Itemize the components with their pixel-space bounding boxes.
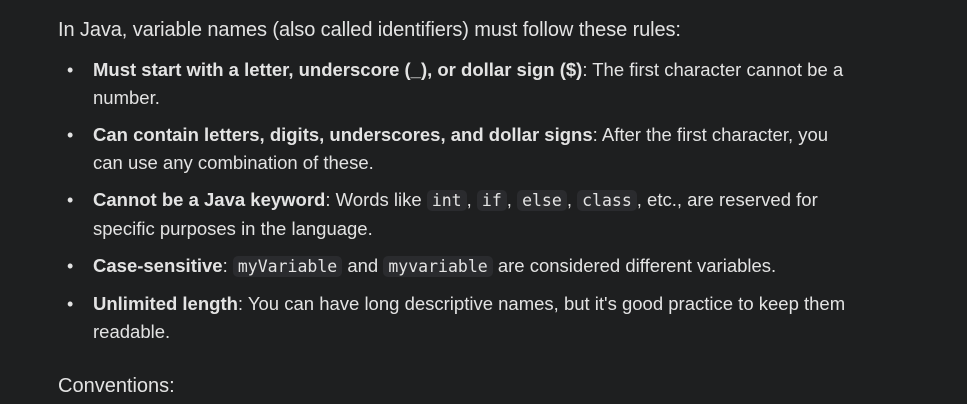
- rule-text: : Words like: [325, 189, 427, 210]
- rule-term: Unlimited length: [93, 293, 238, 314]
- rule-text: are considered different variables.: [492, 255, 777, 276]
- code-keyword: int: [426, 190, 467, 211]
- code-keyword: if: [476, 190, 507, 211]
- code-keyword: class: [577, 190, 637, 211]
- bullet-icon: •: [67, 190, 74, 210]
- separator: ,: [506, 189, 518, 210]
- bullet-icon: •: [67, 294, 74, 314]
- rule-text: :: [222, 255, 233, 276]
- bullet-icon: •: [67, 256, 74, 276]
- intro-text: In Java, variable names (also called ide…: [58, 19, 681, 41]
- bullet-icon: •: [67, 60, 74, 80]
- separator: ,: [466, 189, 477, 210]
- list-item: • Case-sensitive: myVariable and myvaria…: [58, 252, 853, 281]
- list-item: • Unlimited length: You can have long de…: [58, 290, 853, 346]
- list-item: • Must start with a letter, underscore (…: [58, 56, 853, 112]
- code-identifier: myvariable: [383, 256, 493, 277]
- list-item: • Cannot be a Java keyword: Words like i…: [58, 186, 853, 243]
- response-panel: In Java, variable names (also called ide…: [0, 0, 967, 404]
- separator: ,: [566, 189, 578, 210]
- rule-term: Case-sensitive: [93, 255, 223, 276]
- list-item: • Can contain letters, digits, underscor…: [58, 121, 853, 177]
- rule-term: Cannot be a Java keyword: [93, 189, 326, 210]
- rule-term: Can contain letters, digits, underscores…: [93, 124, 593, 145]
- rules-list: • Must start with a letter, underscore (…: [58, 56, 967, 346]
- rule-term: Must start with a letter, underscore (_)…: [93, 59, 583, 80]
- code-keyword: else: [517, 190, 567, 211]
- bullet-icon: •: [67, 125, 74, 145]
- rule-text: and: [342, 255, 384, 276]
- conventions-heading: Conventions:: [58, 375, 175, 397]
- code-identifier: myVariable: [232, 256, 343, 277]
